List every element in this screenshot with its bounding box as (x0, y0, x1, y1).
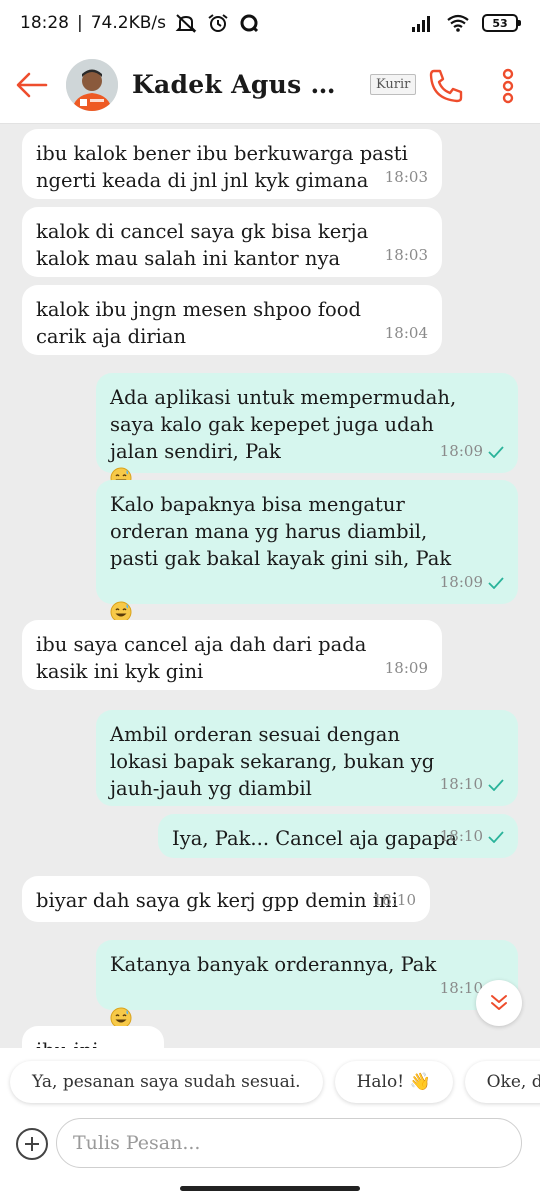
time-label: 18:10 (372, 891, 416, 909)
message-incoming[interactable]: ibu kalok bener ibu berkuwarga pasti nge… (22, 129, 442, 199)
read-check-icon (488, 830, 504, 843)
time-label: 18:04 (384, 324, 428, 342)
message-incoming[interactable]: kalok ibu jngn mesen shpoo food carik aj… (22, 285, 442, 355)
phone-icon (429, 69, 463, 103)
more-button[interactable] (494, 66, 522, 106)
read-check-icon (488, 778, 504, 791)
battery-icon: 53 (482, 14, 521, 32)
signal-icon (412, 16, 430, 32)
message-time: 18:10 (373, 887, 416, 914)
message-time: 18:09 (440, 438, 504, 465)
message-time: 18:09 (440, 569, 504, 596)
read-check-icon (488, 576, 504, 589)
wifi-icon (447, 14, 469, 32)
time-label: 18:10 (439, 827, 483, 845)
message-text: Katanya banyak orderannya, Pak (110, 953, 437, 976)
message-outgoing[interactable]: Ada aplikasi untuk mempermudah, saya kal… (96, 373, 518, 489)
quick-replies: Ya, pesanan saya sudah sesuai. Halo! 👋 O… (0, 1048, 540, 1116)
message-outgoing[interactable]: Kalo bapaknya bisa mengatur orderan mana… (96, 480, 518, 623)
scroll-to-bottom-button[interactable] (476, 980, 522, 1026)
message-text: Ada aplikasi untuk mempermudah, saya kal… (110, 386, 457, 463)
message-incoming[interactable]: ibu saya cancel aja dah dari pada kasik … (22, 620, 442, 690)
message-outgoing[interactable]: Iya, Pak... Cancel aja gapapa 18:10 (158, 814, 518, 858)
avatar[interactable] (66, 58, 118, 111)
quick-reply-chip[interactable]: Oke, ditunggu ya (464, 1061, 540, 1103)
plus-circle-icon (25, 1137, 39, 1151)
message-text: ibu saya cancel aja dah dari pada kasik … (36, 633, 367, 683)
message-incoming[interactable]: biyar dah saya gk kerj gpp demin ini 18:… (22, 876, 430, 922)
status-left: 18:28 | 74.2KB/s (20, 13, 262, 33)
mute-icon (175, 14, 197, 33)
message-composer (0, 1116, 540, 1200)
message-text: ibu kalok bener ibu berkuwarga pasti nge… (36, 142, 408, 192)
time-label: 18:09 (439, 442, 483, 460)
read-check-icon (488, 445, 504, 458)
time-label: 18:03 (384, 168, 428, 186)
quick-reply-chip[interactable]: Halo! 👋 (334, 1061, 453, 1103)
message-text: Kalo bapaknya bisa mengatur orderan mana… (110, 493, 452, 570)
message-time: 18:10 (440, 823, 504, 850)
network-speed: 74.2KB/s (90, 13, 166, 33)
status-separator: | (77, 13, 83, 33)
time-label: 18:09 (439, 573, 483, 591)
status-time: 18:28 (20, 13, 69, 33)
back-button[interactable] (0, 46, 64, 124)
message-text-wrap: Kalo bapaknya bisa mengatur orderan mana… (110, 491, 504, 626)
call-button[interactable] (426, 66, 466, 106)
message-input[interactable] (56, 1118, 522, 1168)
message-list[interactable]: ibu kalok bener ibu berkuwarga pasti nge… (0, 124, 540, 1048)
alarm-icon (208, 14, 228, 32)
contact-name[interactable]: Kadek Agus Widi... (132, 70, 360, 99)
status-bar: 18:28 | 74.2KB/s 53 (0, 0, 540, 46)
message-text: ibu ini (36, 1037, 150, 1048)
message-text: biyar dah saya gk kerj gpp demin ini (36, 889, 398, 912)
message-incoming[interactable]: kalok di cancel saya gk bisa kerja kalok… (22, 207, 442, 277)
chat-header: Kadek Agus Widi... Kurir (0, 46, 540, 124)
message-outgoing[interactable]: Ambil orderan sesuai dengan lokasi bapak… (96, 710, 518, 806)
message-text: kalok di cancel saya gk bisa kerja kalok… (36, 220, 369, 270)
time-label: 18:10 (439, 775, 483, 793)
add-attachment-button[interactable] (16, 1128, 48, 1160)
arrow-left-icon (16, 72, 48, 97)
message-time: 18:10 (440, 771, 504, 798)
quick-reply-chip[interactable]: Ya, pesanan saya sudah sesuai. (10, 1061, 323, 1103)
status-right: 53 (410, 13, 521, 33)
role-badge: Kurir (370, 74, 417, 95)
message-time: 18:04 (385, 320, 428, 347)
avatar-photo (66, 58, 118, 111)
message-time: 18:09 (385, 655, 428, 682)
message-incoming[interactable]: ibu ini (22, 1026, 164, 1048)
q-app-icon (240, 14, 259, 33)
time-label: 18:09 (384, 659, 428, 677)
message-time: 18:03 (385, 242, 428, 269)
message-time: 18:03 (385, 164, 428, 191)
time-label: 18:03 (384, 246, 428, 264)
more-vertical-icon (502, 68, 514, 104)
home-indicator (180, 1186, 360, 1191)
chevron-double-down-icon (491, 995, 507, 1010)
message-outgoing[interactable]: Katanya banyak orderannya, Pak 18:10 (96, 940, 518, 1029)
message-text: kalok ibu jngn mesen shpoo food carik aj… (36, 298, 361, 348)
